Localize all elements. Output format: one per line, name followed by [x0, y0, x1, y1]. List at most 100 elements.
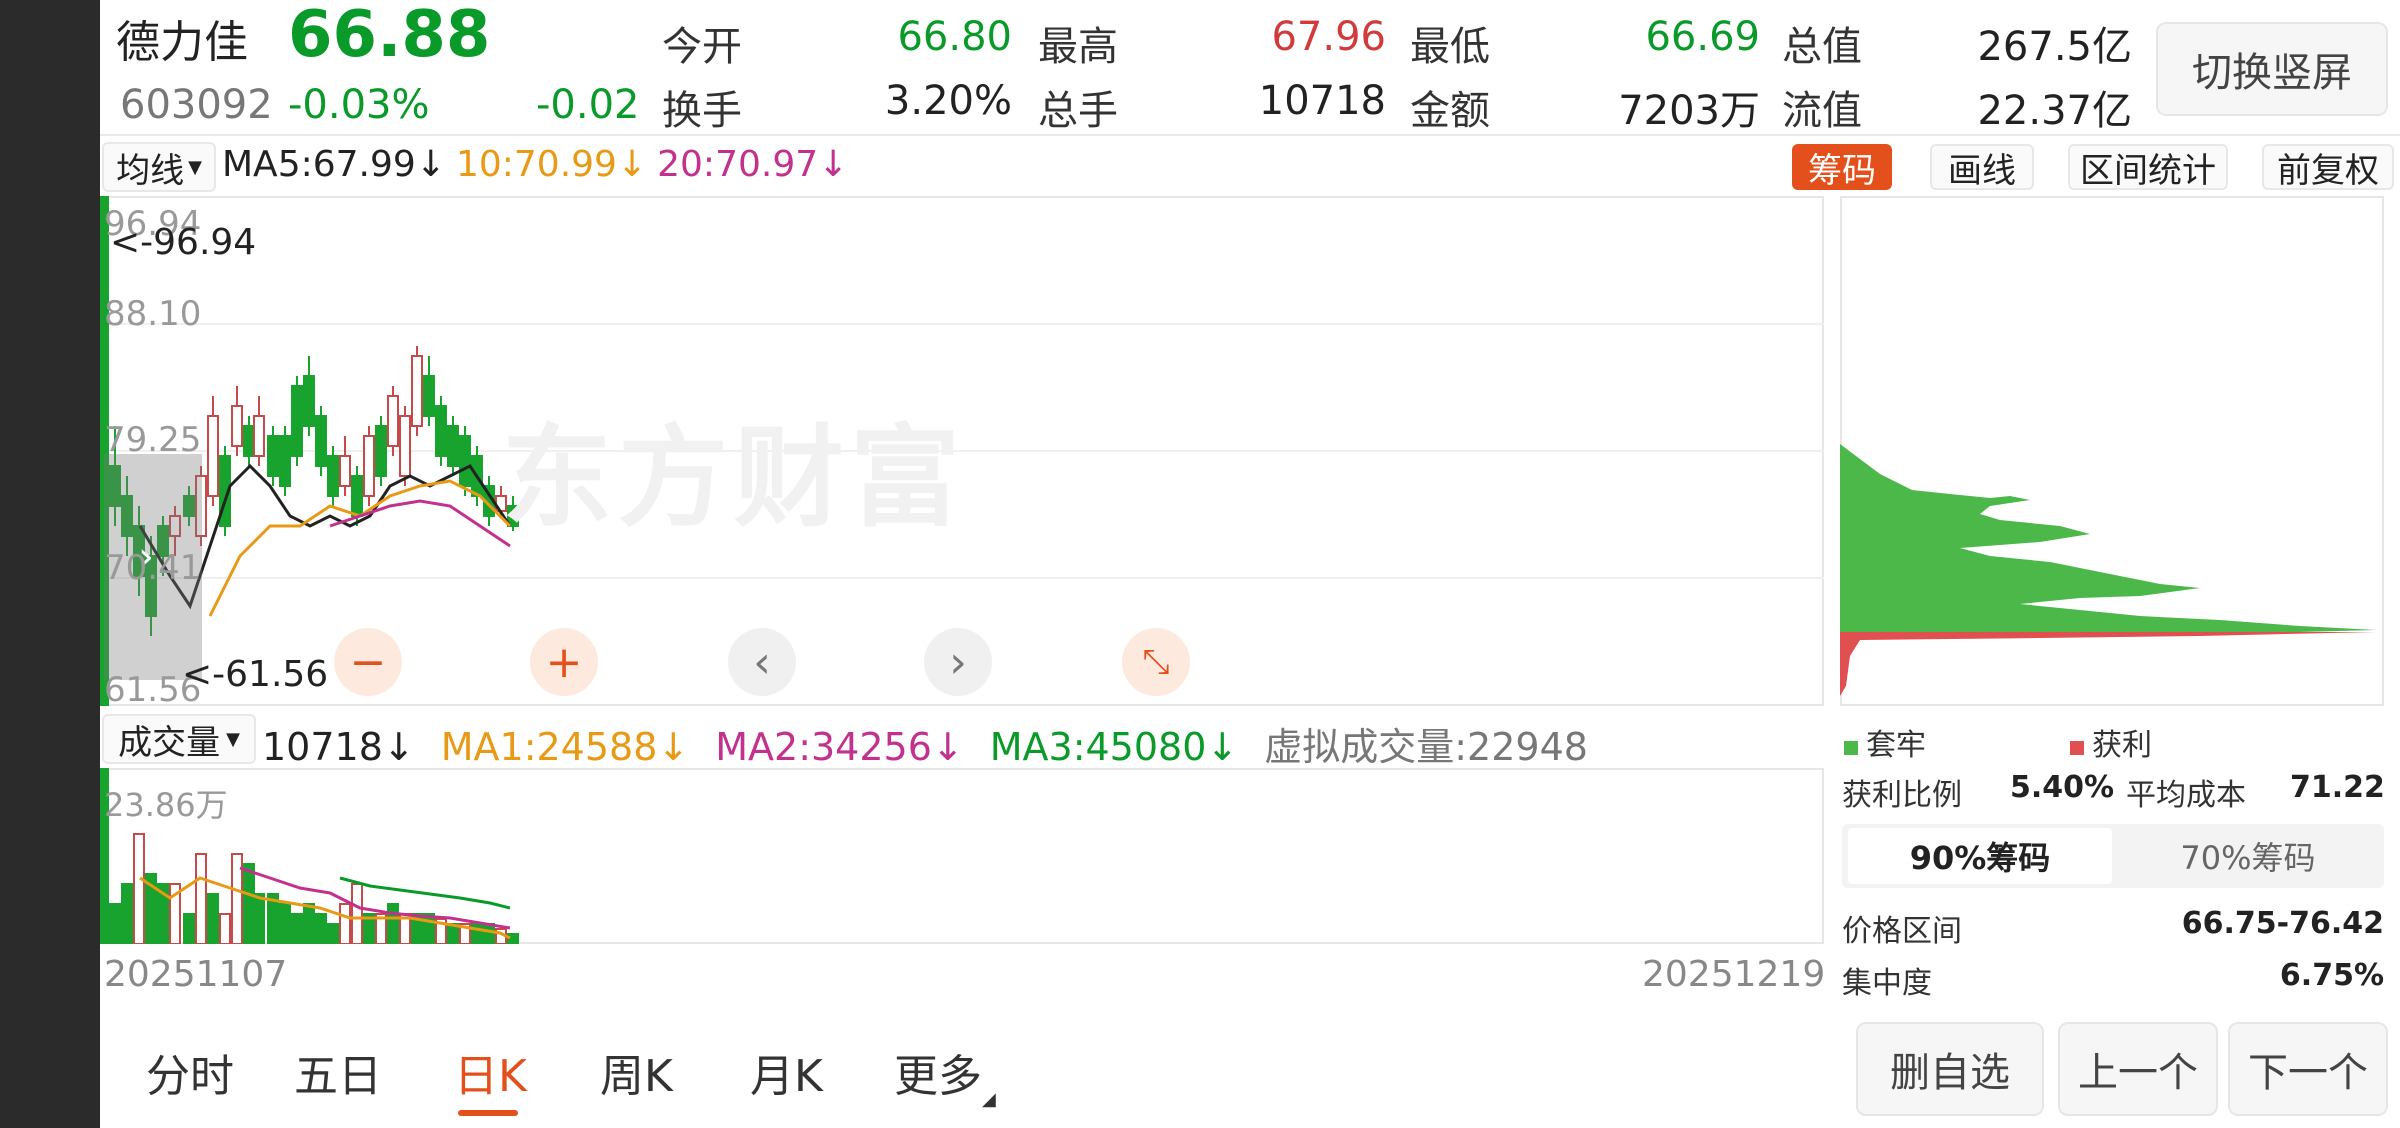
tab-weekly-k[interactable]: 周K	[600, 1040, 673, 1104]
chevron-right-icon: ›	[949, 636, 967, 688]
adjust-button[interactable]: 前复权	[2262, 144, 2394, 191]
header-divider	[100, 134, 2400, 136]
tab-70-chips[interactable]: 70%筹码	[2116, 828, 2380, 884]
low-label: 最低	[1410, 24, 1490, 70]
next-stock-button[interactable]: 下一个	[2228, 1022, 2388, 1116]
float-value-label: 流值	[1782, 88, 1862, 134]
candle-body	[243, 425, 255, 457]
high-label: 最高	[1038, 24, 1118, 70]
green-square-icon	[1844, 741, 1858, 755]
scroll-left-button[interactable]: ‹	[728, 628, 796, 696]
candle-body	[387, 395, 399, 447]
tab-90-chips[interactable]: 90%筹码	[1848, 828, 2112, 884]
range-stats-button[interactable]: 区间统计	[2068, 144, 2228, 191]
y-label-3: 79.25	[104, 420, 202, 460]
volume-select[interactable]: 成交量 ▼	[102, 714, 256, 764]
amount-label: 金额	[1410, 88, 1490, 134]
volume-bar	[291, 913, 303, 944]
ma-select-label: 均线	[116, 150, 185, 191]
volume-bar	[339, 903, 351, 944]
caret-down-icon: ▼	[188, 156, 202, 178]
tab-monthly-k[interactable]: 月K	[750, 1040, 823, 1104]
open-value: 66.80	[897, 14, 1012, 60]
candle-body	[363, 435, 375, 497]
chip-distribution-svg	[1840, 444, 2376, 696]
stock-price: 66.88	[288, 0, 491, 72]
previous-stock-button[interactable]: 上一个	[2058, 1022, 2218, 1116]
ma5-arrow-icon: ↓	[415, 144, 446, 185]
volume-bar	[351, 883, 363, 944]
vol-ma1: MA1:24588	[440, 725, 658, 769]
volume-bar	[327, 923, 339, 944]
volume-bar	[315, 913, 327, 944]
delete-watchlist-button[interactable]: 删自选	[1856, 1022, 2044, 1116]
y-label-2: 88.10	[104, 294, 202, 334]
ma10-arrow-icon: ↓	[616, 144, 648, 185]
legend-profit-label: 获利	[2092, 728, 2152, 763]
candle-body	[435, 405, 447, 457]
stock-name: 德力佳	[116, 17, 248, 68]
profit-ratio-label: 获利比例	[1842, 778, 1962, 813]
chevron-left-icon: ‹	[753, 636, 771, 688]
tab-more[interactable]: 更多◢	[894, 1040, 996, 1110]
candle-body	[253, 415, 265, 457]
virtual-volume: 虚拟成交量:22948	[1264, 725, 1588, 769]
draw-line-button[interactable]: 画线	[1930, 144, 2034, 191]
candle-body	[291, 385, 303, 457]
candle-body	[411, 355, 423, 427]
legend-profit: 获利	[2070, 720, 2152, 764]
avg-cost-value: 71.22	[2290, 770, 2385, 805]
volume-bar	[133, 833, 145, 944]
total-value: 267.5亿	[1977, 24, 2132, 70]
ma-select[interactable]: 均线 ▼	[102, 142, 216, 192]
volume-indicators: 10718↓ MA1:24588↓ MA2:34256↓ MA3:45080↓ 虚拟成交…	[262, 716, 1588, 771]
ma10-value: 10:70.99	[455, 144, 617, 185]
red-square-icon	[2070, 741, 2084, 755]
switch-portrait-button[interactable]: 切换竖屏	[2156, 22, 2388, 116]
volume-arrow-icon: ↓	[382, 725, 415, 769]
ma20-value: 20:70.97	[657, 144, 819, 185]
volume-chart[interactable]: 23.86万	[100, 768, 1824, 944]
volume-y-label: 23.86万	[104, 786, 228, 824]
corner-triangle-icon: ◢	[982, 1089, 996, 1110]
reset-zoom-button[interactable]: ⤡	[1122, 628, 1190, 696]
caret-down-icon: ▼	[226, 728, 240, 750]
zoom-out-button[interactable]: −	[334, 628, 402, 696]
candle-body	[207, 415, 219, 497]
volume-bar	[471, 923, 483, 944]
tab-daily-k[interactable]: 日K	[454, 1040, 527, 1104]
candle-body	[327, 455, 339, 497]
price-range-value: 66.75-76.42	[2181, 906, 2384, 941]
volume-bar	[243, 863, 255, 944]
price-chart[interactable]: 东方财富 › 96.94 <-96.94 88.10 79.25 70.41 6…	[100, 196, 1824, 710]
scroll-right-button[interactable]: ›	[924, 628, 992, 696]
date-start: 20251107	[104, 954, 288, 995]
chips-button[interactable]: 筹码	[1792, 144, 1892, 191]
chip-distribution-chart[interactable]	[1840, 196, 2384, 706]
ma-values: MA5:67.99↓ 10:70.99↓ 20:70.97↓	[222, 144, 848, 185]
volume-bar	[207, 893, 219, 944]
concentration-label: 集中度	[1842, 966, 1932, 1001]
volume-bar	[219, 913, 231, 944]
vol-ma2: MA2:34256	[715, 725, 932, 769]
tab-more-label: 更多	[894, 1051, 982, 1102]
candle-body	[375, 425, 387, 477]
vol-ma3: MA3:45080	[989, 725, 1207, 769]
candle-body	[399, 415, 411, 477]
zoom-in-button[interactable]: +	[530, 628, 598, 696]
tab-intraday[interactable]: 分时	[146, 1040, 234, 1104]
left-system-bar	[0, 0, 100, 1128]
profit-ratio-value: 5.40%	[2010, 770, 2115, 805]
volume-bar	[483, 923, 495, 944]
candle-body	[459, 435, 471, 487]
legend-trapped: 套牢	[1844, 720, 1926, 764]
open-label: 今开	[662, 24, 742, 70]
concentration-value: 6.75%	[2279, 958, 2384, 993]
amount-value: 7203万	[1618, 88, 1760, 134]
tab-five-day[interactable]: 五日	[294, 1040, 382, 1104]
vol-ma1-arrow-icon: ↓	[657, 725, 690, 769]
float-value: 22.37亿	[1977, 88, 2132, 134]
volume-bar	[279, 903, 291, 944]
volume-value: 10718	[1258, 78, 1386, 124]
volume-bar	[387, 903, 399, 944]
